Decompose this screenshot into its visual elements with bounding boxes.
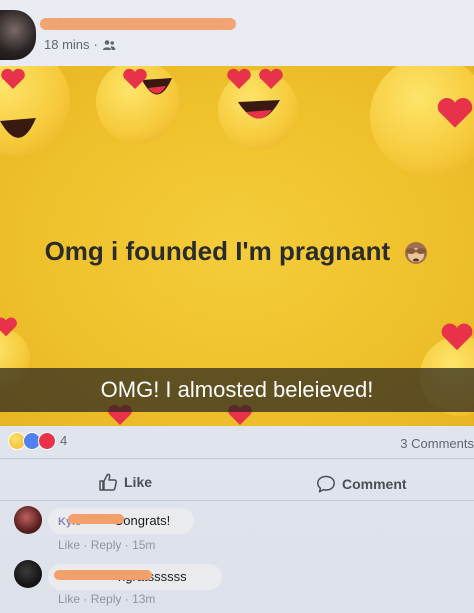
post-time[interactable]: 18 mins [44, 37, 90, 52]
headline-text: Omg i founded I'm pragnant [44, 236, 391, 266]
friends-audience-icon[interactable] [102, 39, 116, 51]
divider [0, 458, 474, 459]
meta-separator: · [124, 538, 129, 552]
post-header: ·· ··· ······ ··· 18 mins · [0, 0, 474, 64]
love-reaction-icon [38, 432, 56, 450]
meta-separator: · [93, 37, 98, 52]
comment-button-label: Comment [342, 476, 407, 492]
heart-icon [259, 68, 283, 89]
divider [0, 500, 474, 501]
meta-separator: · [124, 592, 129, 606]
commenter-name-redaction [54, 570, 152, 580]
reaction-count[interactable]: 4 [60, 433, 67, 448]
like-button-label: Like [124, 474, 153, 490]
heart-icon [1, 68, 25, 89]
comment-bubble-icon [317, 475, 335, 493]
heart-icon [0, 317, 17, 337]
like-button[interactable]: Like [98, 468, 152, 496]
author-name-redaction [40, 18, 236, 30]
facebook-post-screen: ·· ··· ······ ··· 18 mins · [0, 0, 474, 613]
heart-icon [441, 323, 473, 351]
meta-separator: · [83, 538, 88, 552]
reactions-row: 4 3 Comments [0, 428, 474, 454]
emoji-mouth-icon [238, 100, 280, 119]
comment-reply-link[interactable]: Reply [91, 538, 122, 552]
snap-caption: OMG! I almosted beleieved! [0, 368, 474, 412]
comments-count-link[interactable]: 3 Comments [400, 436, 474, 451]
post-meta: 18 mins · [44, 37, 116, 52]
heart-icon [227, 68, 251, 89]
commenter-name-redaction [68, 514, 124, 524]
comment-button[interactable]: Comment [316, 470, 407, 498]
see-no-evil-monkey-icon [405, 242, 428, 265]
comment-time[interactable]: 15m [132, 538, 155, 552]
comment-item: ······ ········ ngratssssss Like · Reply… [0, 560, 474, 610]
thumbs-up-icon [99, 473, 118, 491]
meta-separator: · [83, 592, 88, 606]
heart-icon [437, 97, 473, 128]
comment-like-link[interactable]: Like [58, 538, 80, 552]
author-avatar[interactable] [0, 10, 36, 60]
reaction-icons[interactable] [8, 432, 56, 450]
comment-like-link[interactable]: Like [58, 592, 80, 606]
commenter-avatar[interactable] [14, 560, 42, 588]
emoji-mouth-icon [0, 118, 36, 138]
heart-icon [123, 68, 147, 89]
post-image-headline: Omg i founded I'm pragnant [0, 236, 474, 267]
commenter-avatar[interactable] [14, 506, 42, 534]
comment-meta: Like · Reply · 13m [58, 592, 155, 606]
comment-time[interactable]: 13m [132, 592, 155, 606]
comment-reply-link[interactable]: Reply [91, 592, 122, 606]
comment-meta: Like · Reply · 15m [58, 538, 155, 552]
post-image[interactable]: Omg i founded I'm pragnant OMG! I almost… [0, 66, 474, 426]
comment-item: Kyle ······ Congrats! Like · Reply · 15m [0, 506, 474, 556]
